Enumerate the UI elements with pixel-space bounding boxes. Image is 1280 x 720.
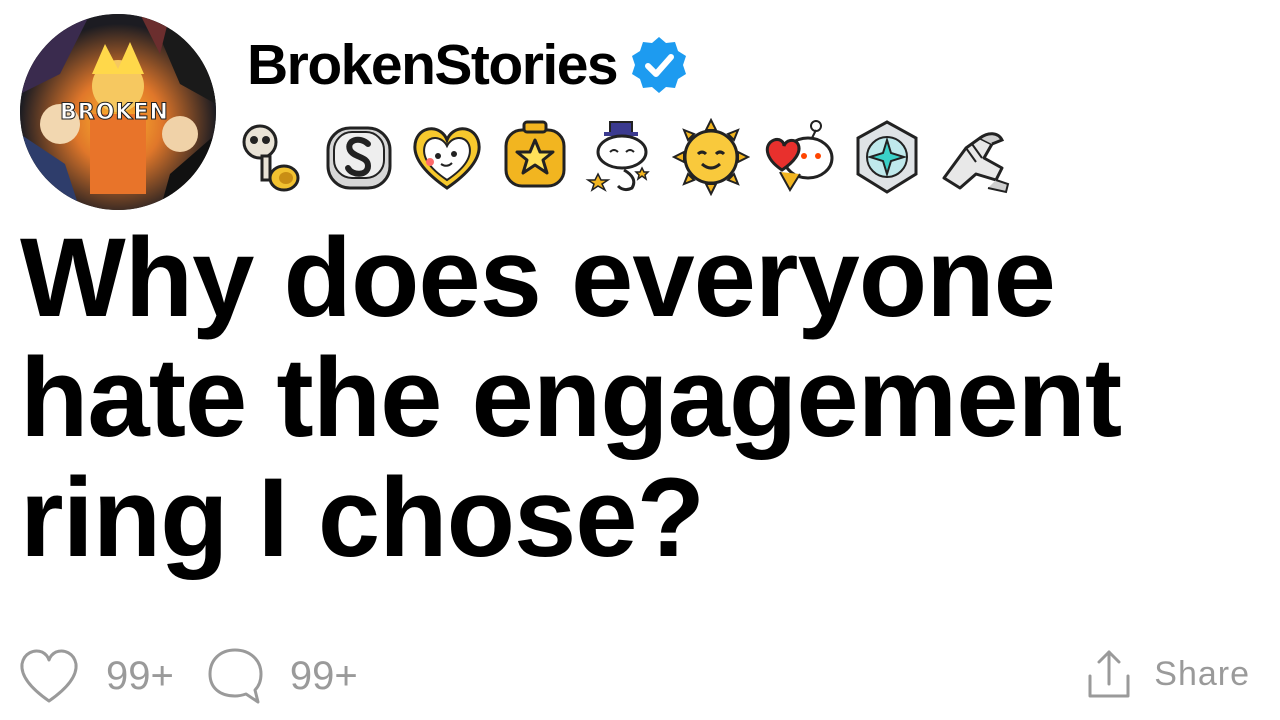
rocket-like-handshake-award-icon[interactable] xyxy=(936,118,1014,196)
helpful-award-icon[interactable] xyxy=(584,118,662,196)
gold-award-icon[interactable] xyxy=(496,118,574,196)
heartwarming-award-icon[interactable] xyxy=(760,118,838,196)
post-title: Why does everyone hate the engagement ri… xyxy=(20,215,1122,580)
engagement-bar: 99+ 99+ xyxy=(18,644,358,708)
comment-count: 99+ xyxy=(289,653,358,698)
like-count: 99+ xyxy=(106,653,174,698)
verified-badge-icon xyxy=(632,37,687,93)
comment-button[interactable]: 99+ xyxy=(206,646,358,706)
comment-bubble-icon xyxy=(208,648,263,704)
share-button[interactable]: Share xyxy=(1086,648,1250,700)
share-icon xyxy=(1088,650,1130,698)
hugz-award-icon[interactable] xyxy=(672,118,750,196)
silver-award-icon[interactable] xyxy=(320,118,398,196)
author-row: BrokenStories xyxy=(247,30,691,100)
username[interactable]: BrokenStories xyxy=(247,36,619,94)
like-button[interactable]: 99+ xyxy=(18,647,174,705)
avatar-text: BROKEN xyxy=(60,100,169,126)
wholesome-award-icon[interactable] xyxy=(408,118,486,196)
heart-icon xyxy=(20,649,78,703)
awards-row xyxy=(232,118,1014,196)
share-label: Share xyxy=(1154,654,1250,693)
post-card: BROKEN BrokenStories Why does everyone h… xyxy=(0,0,1280,720)
platinum-award-icon[interactable] xyxy=(848,118,926,196)
avatar[interactable]: BROKEN xyxy=(20,14,216,210)
wearing-is-caring-award-icon[interactable] xyxy=(232,118,310,196)
